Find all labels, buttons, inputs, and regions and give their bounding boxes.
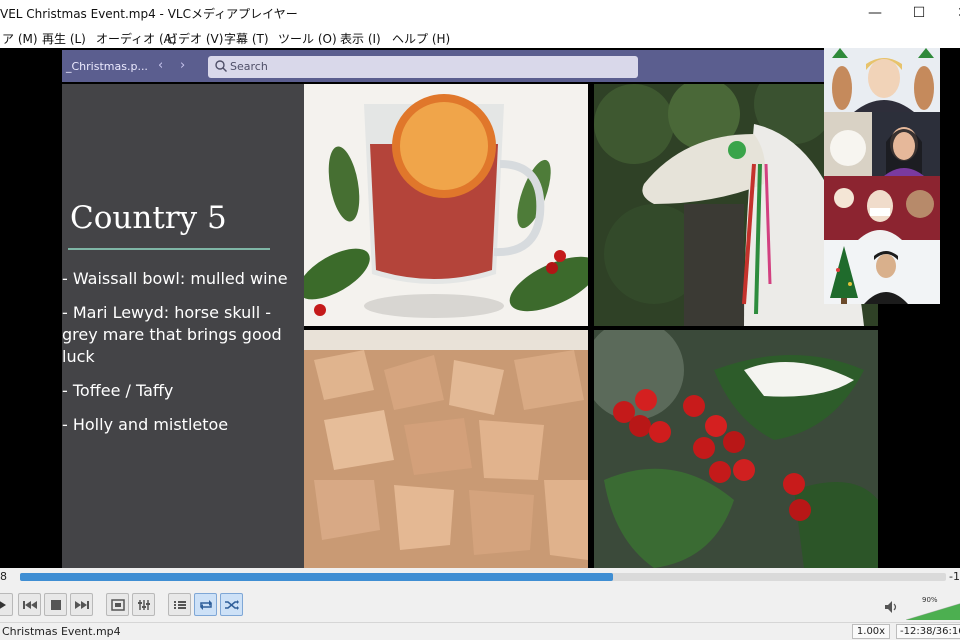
stop-icon [50, 599, 61, 610]
menu-tools[interactable]: ツール (O) [278, 30, 337, 47]
extended-settings-button[interactable] [132, 593, 155, 616]
search-icon [215, 60, 227, 72]
meeting-top-bar: _Christmas.p... ‹ › Search [62, 50, 878, 82]
play-icon [0, 601, 6, 608]
close-button[interactable]: ✕ [940, 0, 960, 26]
playback-speed[interactable]: 1.00x [852, 624, 890, 639]
menu-view[interactable]: 表示 (I) [340, 30, 381, 47]
slide-bullet: - Toffee / Taffy [62, 381, 174, 400]
stop-button[interactable] [44, 593, 67, 616]
shuffle-button[interactable] [220, 593, 243, 616]
back-arrow-icon: ‹ [158, 58, 164, 73]
menu-media[interactable]: ア (M) [2, 30, 38, 47]
speaker-icon[interactable] [884, 600, 898, 614]
window-title: VEL Christmas Event.mp4 - VLCメディアプレイヤー [0, 7, 298, 21]
status-bar: Christmas Event.mp4 1.00x -12:38/36:16 [0, 622, 960, 640]
menu-audio[interactable]: オーディオ (A) [96, 30, 177, 47]
seek-row: 8 -1 [0, 568, 960, 588]
participant-video-tile [824, 48, 940, 112]
status-time[interactable]: -12:38/36:16 [896, 624, 960, 639]
volume-slider[interactable] [906, 602, 960, 620]
slide-title: Country 5 [70, 200, 227, 236]
loop-icon [199, 599, 212, 610]
participant-video-tile [824, 176, 940, 240]
elapsed-time: 8 [0, 570, 7, 583]
menu-subtitle[interactable]: 字幕 (T) [224, 30, 269, 47]
meeting-search-box: Search [208, 56, 638, 78]
forward-arrow-icon: › [180, 58, 186, 73]
seek-bar[interactable] [20, 573, 946, 581]
slide-bullet: - Holly and mistletoe [62, 415, 229, 434]
toffee-photo [304, 330, 588, 568]
slide-title-rule [68, 248, 270, 250]
title-bar: VEL Christmas Event.mp4 - VLCメディアプレイヤー —… [0, 0, 960, 26]
seek-bar-fill [20, 573, 613, 581]
fullscreen-button[interactable] [106, 593, 129, 616]
equalizer-icon [137, 599, 150, 610]
next-icon [74, 600, 89, 609]
playlist-icon [173, 600, 186, 609]
shared-file-tab: _Christmas.p... [66, 60, 148, 73]
menu-video[interactable]: ビデオ (V) [166, 30, 223, 47]
playback-controls: 90% [0, 588, 960, 622]
menu-bar: ア (M) 再生 (L) オーディオ (A) ビデオ (V) 字幕 (T) ツー… [0, 26, 960, 48]
remaining-time: -1 [949, 570, 960, 583]
holly-photo [594, 330, 878, 568]
video-area[interactable]: _Christmas.p... ‹ › Search Country 5 - W… [0, 48, 960, 568]
mulled-wine-photo [304, 84, 588, 326]
slide-bullet: - Mari Lewyd: horse skull - grey mare th… [62, 303, 282, 366]
maximize-button[interactable]: ☐ [896, 0, 942, 26]
menu-help[interactable]: ヘルプ (H) [392, 30, 450, 47]
participant-video-tile [824, 240, 940, 304]
status-filename: Christmas Event.mp4 [2, 625, 121, 638]
fullscreen-icon [110, 598, 125, 611]
participant-gallery [824, 48, 940, 306]
maximize-icon: ☐ [912, 5, 926, 21]
menu-playback[interactable]: 再生 (L) [42, 30, 86, 47]
slide-bullet: - Waissall bowl: mulled wine [62, 269, 288, 288]
minimize-button[interactable]: — [852, 0, 898, 26]
minimize-icon: — [868, 5, 882, 21]
slide-text-panel: Country 5 - Waissall bowl: mulled wine -… [62, 84, 304, 568]
next-button[interactable] [70, 593, 93, 616]
playlist-button[interactable] [168, 593, 191, 616]
play-button[interactable] [0, 593, 13, 616]
participant-video-tile [824, 112, 940, 176]
search-placeholder: Search [230, 60, 268, 73]
shuffle-icon [224, 599, 239, 610]
loop-button[interactable] [194, 593, 217, 616]
previous-button[interactable] [18, 593, 41, 616]
previous-icon [22, 600, 37, 609]
